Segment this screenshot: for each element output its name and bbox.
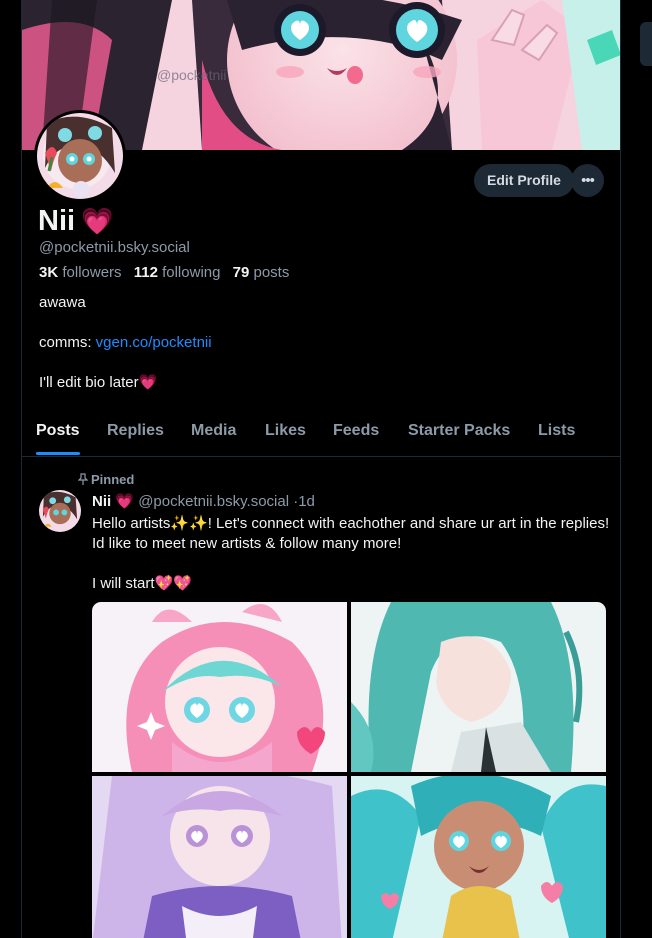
- scrollbar-handle[interactable]: [640, 22, 652, 66]
- post-text-paragraph: I will start💖💖: [92, 575, 192, 592]
- display-name: Nii 💗: [38, 205, 113, 238]
- post-author-handle[interactable]: @pocketnii.bsky.social: [138, 493, 289, 510]
- post-body: Hello artists✨✨! Let's connect with each…: [92, 514, 612, 614]
- tab-starter-packs[interactable]: Starter Packs: [408, 422, 510, 440]
- post-author-name[interactable]: Nii 💗: [92, 493, 134, 510]
- followers-label: followers: [62, 264, 122, 281]
- post-image-4[interactable]: [351, 776, 606, 938]
- profile-handle: @pocketnii.bsky.social: [39, 239, 190, 256]
- profile-column: @pocketnii Edit Profile ••• Nii 💗 @pocke…: [21, 0, 621, 938]
- posts-stat: 79 posts: [233, 264, 290, 281]
- post-author-avatar[interactable]: [39, 490, 81, 532]
- banner-watermark: @pocketnii: [157, 67, 226, 83]
- heart-emoji-icon: 💗: [115, 493, 135, 510]
- bio-comms-label: comms:: [39, 334, 96, 351]
- pink-bunny-hood-girl-artwork: [92, 602, 347, 772]
- post-author-name-text: Nii: [92, 493, 112, 510]
- post-text-paragraph: Hello artists✨✨! Let's connect with each…: [92, 515, 610, 552]
- post-timestamp[interactable]: 1d: [298, 493, 315, 510]
- avatar-image: [39, 490, 81, 532]
- post-image-1[interactable]: [92, 602, 347, 772]
- followers-link[interactable]: 3K followers: [39, 264, 122, 281]
- bio-line: awawa: [39, 294, 86, 311]
- tab-feeds[interactable]: Feeds: [333, 422, 379, 440]
- following-label: following: [162, 264, 221, 281]
- edit-profile-button[interactable]: Edit Profile: [474, 164, 574, 197]
- bio-comms-line: comms: vgen.co/pocketnii: [39, 333, 212, 353]
- posts-label: posts: [253, 264, 290, 281]
- heart-emoji-icon: 💗: [81, 206, 114, 236]
- bio-line: I'll edit bio later💗: [39, 374, 158, 391]
- teal-hair-portrait-artwork: [351, 602, 606, 772]
- followers-count: 3K: [39, 264, 59, 281]
- tab-posts[interactable]: Posts: [36, 422, 80, 440]
- profile-stats: 3K followers 112 following 79 posts: [39, 264, 297, 281]
- pinned-indicator: Pinned: [77, 472, 135, 487]
- display-name-text: Nii: [38, 205, 76, 237]
- post-image-3[interactable]: [92, 776, 347, 938]
- bio-comms-link[interactable]: vgen.co/pocketnii: [96, 334, 212, 351]
- tab-replies[interactable]: Replies: [107, 422, 164, 440]
- following-count: 112: [133, 264, 158, 281]
- avatar-image: [37, 113, 123, 199]
- active-tab-indicator: [36, 452, 80, 455]
- more-dots-icon: •••: [581, 172, 595, 189]
- pinned-label: Pinned: [91, 472, 135, 487]
- post-image-grid: [92, 602, 606, 938]
- pin-icon: [77, 473, 89, 485]
- following-link[interactable]: 112 following: [134, 264, 221, 281]
- more-options-button[interactable]: •••: [571, 164, 604, 197]
- profile-avatar[interactable]: [34, 110, 126, 202]
- post-header: Nii 💗 @pocketnii.bsky.social ·1d: [92, 492, 315, 510]
- tab-likes[interactable]: Likes: [265, 422, 306, 440]
- lavender-hair-girl-artwork: [92, 776, 347, 938]
- teal-twintails-girl-artwork: [351, 776, 606, 938]
- profile-bio: awawa comms: vgen.co/pocketnii I'll edit…: [39, 293, 212, 413]
- posts-count: 79: [232, 264, 250, 281]
- tab-lists[interactable]: Lists: [538, 422, 575, 440]
- profile-tabs: Posts Replies Media Likes Feeds Starter …: [22, 410, 620, 457]
- tab-media[interactable]: Media: [191, 422, 236, 440]
- post-image-2[interactable]: [351, 602, 606, 772]
